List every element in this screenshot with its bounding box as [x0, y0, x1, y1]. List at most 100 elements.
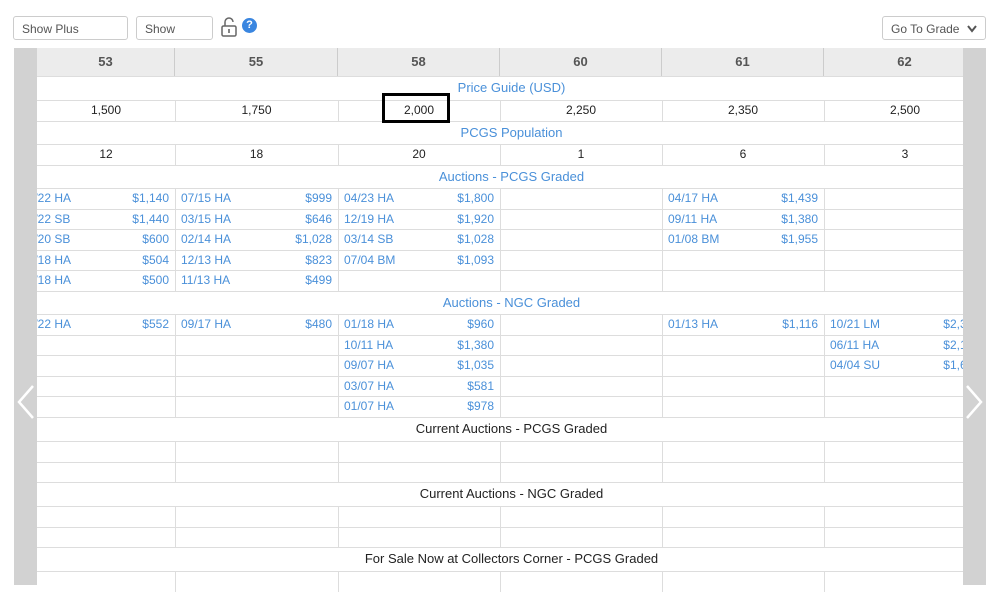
chevron-left-icon[interactable] — [16, 385, 36, 419]
auction-price-link[interactable]: $823 — [272, 250, 332, 271]
auction-date-link[interactable]: 03/14 SB — [344, 229, 393, 250]
auction-price-link[interactable]: $1,955 — [758, 229, 818, 250]
col-divider — [824, 571, 825, 592]
auction-price-link[interactable]: $499 — [272, 270, 332, 291]
col-divider — [662, 270, 663, 291]
col-divider — [338, 506, 339, 527]
price_guide-value: 1,750 — [241, 103, 272, 117]
auction-date-link[interactable]: 07/04 BM — [344, 250, 395, 271]
row-divider — [14, 76, 986, 77]
population-value: 3 — [901, 147, 909, 161]
unlock-icon[interactable] — [221, 17, 237, 37]
auction-price-link[interactable]: $500 — [109, 270, 169, 291]
auction-date-link[interactable]: 11/13 HA — [181, 270, 230, 291]
col-divider — [824, 396, 825, 417]
population-value: 18 — [249, 147, 264, 161]
auction-price-link[interactable]: $960 — [434, 314, 494, 335]
auction-price-link[interactable]: $1,920 — [434, 209, 494, 230]
auction-date-link[interactable]: 06/11 HA — [830, 335, 879, 356]
col-divider — [338, 571, 339, 592]
chevron-right-icon[interactable] — [964, 385, 984, 419]
auction-price-link[interactable]: $504 — [109, 250, 169, 271]
auction-price-link[interactable]: $1,800 — [434, 188, 494, 209]
auction-price-link[interactable]: $1,380 — [758, 209, 818, 230]
auction-date-link[interactable]: 10/21 LM — [830, 314, 880, 335]
col-divider — [338, 144, 339, 165]
col-divider — [500, 334, 501, 356]
auction-date-link[interactable]: 09/07 HA — [344, 355, 394, 376]
grade-header[interactable]: 53 — [37, 48, 175, 76]
grade-header[interactable]: 55 — [175, 48, 338, 76]
col-divider — [824, 441, 825, 462]
auction-price-link[interactable]: $646 — [272, 209, 332, 230]
auction-date-link[interactable]: 02/14 HA — [181, 229, 231, 250]
highlight-box — [382, 93, 450, 123]
auction-price-link[interactable]: $1,140 — [109, 188, 169, 209]
col-divider — [175, 355, 176, 376]
col-divider — [662, 100, 663, 121]
auction-price-link[interactable]: $600 — [109, 229, 169, 250]
col-divider — [500, 506, 501, 527]
section-title: Auctions - NGC Graded — [442, 295, 581, 310]
help-icon[interactable]: ? — [242, 18, 257, 33]
auction-date-link[interactable]: 09/11 HA — [668, 209, 717, 230]
col-divider — [662, 461, 663, 482]
auction-date-link[interactable]: 04/23 HA — [344, 188, 394, 209]
grade-header[interactable]: 58 — [338, 48, 500, 76]
auction-date-link[interactable]: 01/13 HA — [668, 314, 718, 335]
auction-price-link[interactable]: $552 — [109, 314, 169, 335]
auction-date-link[interactable]: 01/08 BM — [668, 229, 719, 250]
auction-date-link[interactable]: 07/15 HA — [181, 188, 231, 209]
auction-date-link[interactable]: 03/07 HA — [344, 376, 394, 397]
grade-header[interactable]: 62 — [824, 48, 986, 76]
population-value: 20 — [412, 147, 426, 161]
auction-price-link[interactable]: $1,093 — [434, 250, 494, 271]
auction-price-link[interactable]: $1,035 — [434, 355, 494, 376]
col-divider — [175, 144, 176, 165]
auction-price-link[interactable]: $1,028 — [434, 229, 494, 250]
scroll-left-bar[interactable] — [14, 48, 37, 585]
col-divider — [175, 334, 176, 356]
grade-header[interactable]: 60 — [500, 48, 662, 76]
auction-price-link[interactable]: $978 — [434, 396, 494, 417]
col-divider — [824, 100, 825, 121]
col-divider — [824, 526, 825, 547]
col-divider — [175, 526, 176, 547]
auction-date-link[interactable]: 04/04 SU — [830, 355, 880, 376]
go-to-grade-dropdown[interactable]: Go To Grade — [882, 16, 986, 40]
auction-price-link[interactable]: $1,439 — [758, 188, 818, 209]
col-divider — [338, 188, 339, 209]
auction-price-link[interactable]: $480 — [272, 314, 332, 335]
auction-price-link[interactable]: $1,028 — [272, 229, 332, 250]
auction-date-link[interactable]: 03/15 HA — [181, 209, 231, 230]
col-divider — [338, 461, 339, 482]
col-divider — [338, 441, 339, 462]
auction-date-link[interactable]: 12/13 HA — [181, 250, 231, 271]
col-divider — [662, 314, 663, 335]
col-divider — [338, 249, 339, 271]
col-divider — [338, 334, 339, 356]
col-divider — [175, 441, 176, 462]
col-divider — [338, 526, 339, 547]
col-divider — [500, 144, 501, 165]
col-divider — [338, 314, 339, 335]
auction-date-link[interactable]: 01/07 HA — [344, 396, 394, 417]
auction-date-link[interactable]: 09/17 HA — [181, 314, 231, 335]
scroll-right-bar[interactable] — [963, 48, 986, 585]
auction-date-link[interactable]: 10/11 HA — [344, 335, 393, 356]
auction-price-link[interactable]: $1,440 — [109, 209, 169, 230]
auction-date-link[interactable]: 01/18 HA — [344, 314, 394, 335]
auction-date-link[interactable]: 04/17 HA — [668, 188, 718, 209]
grade-header[interactable]: 61 — [662, 48, 824, 76]
col-divider — [662, 188, 663, 209]
col-divider — [500, 249, 501, 271]
section-title: Auctions - PCGS Graded — [438, 169, 585, 184]
auction-price-link[interactable]: $999 — [272, 188, 332, 209]
show-ebay-button[interactable]: Show eBay — [136, 16, 213, 60]
show-plus-grades-button[interactable]: Show Plus Grades — [13, 16, 128, 60]
auction-price-link[interactable]: $1,380 — [434, 335, 494, 356]
auction-price-link[interactable]: $1,116 — [758, 314, 818, 335]
col-divider — [662, 441, 663, 462]
auction-date-link[interactable]: 12/19 HA — [344, 209, 394, 230]
auction-price-link[interactable]: $581 — [434, 376, 494, 397]
